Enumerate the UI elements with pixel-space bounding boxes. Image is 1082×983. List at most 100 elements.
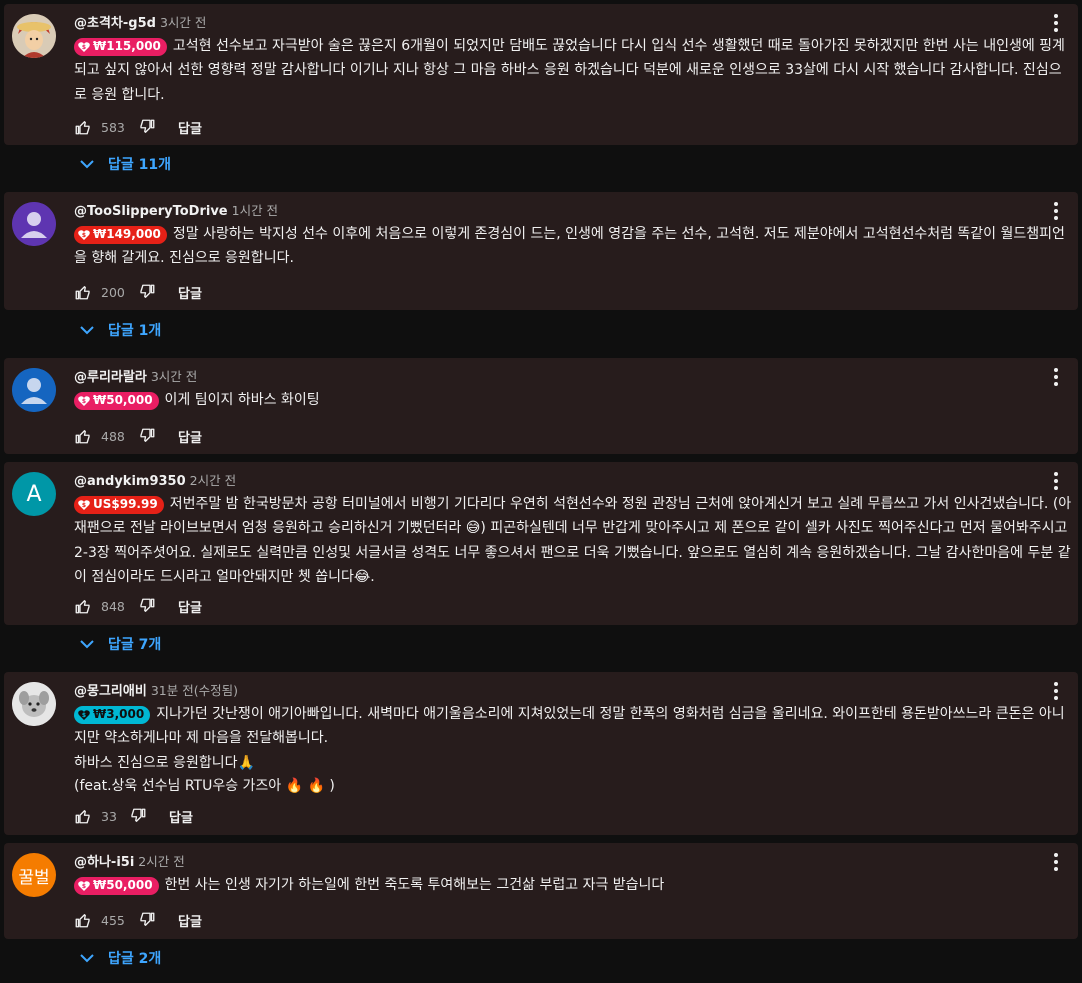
replies-count-label: 답글 7개 (108, 637, 162, 653)
more-options-icon[interactable] (1050, 368, 1062, 386)
thumbs-up-icon[interactable] (74, 911, 92, 929)
author-name[interactable]: @하나-i5i (74, 855, 134, 870)
thumbs-up-icon[interactable] (74, 807, 92, 825)
comment-header: @루리라랄라 3시간 전 (74, 366, 197, 385)
more-options-icon[interactable] (1050, 853, 1062, 871)
comment-header: @하나-i5i 2시간 전 (74, 851, 185, 870)
comment-actions: 583 답글 (74, 117, 202, 137)
comment-text: $ ₩115,000 고석현 선수보고 자극받아 술은 끊은지 6개월이 되었지… (74, 35, 1074, 108)
user-avatar[interactable] (12, 202, 56, 246)
more-options-icon[interactable] (1050, 472, 1062, 490)
super-thanks-amount: ₩115,000 (93, 39, 161, 53)
user-avatar[interactable] (12, 368, 56, 412)
view-replies-button[interactable]: 답글 1개 (78, 320, 161, 340)
author-name[interactable]: @TooSlipperyToDrive (74, 204, 228, 219)
thumbs-up-icon[interactable] (74, 118, 92, 136)
avatar-letter: A (26, 481, 42, 507)
author-name[interactable]: @andykim9350 (74, 474, 186, 489)
heart-gift-icon: $ (78, 880, 90, 891)
comment-text: $ ₩3,000 지나가던 갓난쟁이 애기아빠입니다. 새벽마다 애기울음소리에… (74, 703, 1074, 799)
comment-actions: 455 답글 (74, 910, 202, 930)
reply-button[interactable]: 답글 (178, 118, 202, 137)
reply-button[interactable]: 답글 (169, 807, 193, 826)
super-thanks-chip: $ ₩50,000 (74, 391, 159, 410)
view-replies-button[interactable]: 답글 7개 (78, 634, 161, 654)
user-avatar[interactable]: 꿀벌 (12, 853, 56, 897)
svg-text:$: $ (82, 502, 86, 509)
like-count: 33 (101, 808, 117, 824)
author-name[interactable]: @루리라랄라 (74, 370, 147, 385)
comment-time[interactable]: 2시간 전 (190, 473, 236, 488)
sweat-smile-emoji: 😅 (465, 520, 481, 537)
super-thanks-chip: $ ₩3,000 (74, 705, 151, 724)
comment-card: 꿀벌 @하나-i5i 2시간 전 $ ₩50,000 한번 사는 인생 자기가 하… (4, 843, 1078, 939)
like-count: 488 (101, 428, 125, 444)
comment-body-part: . (370, 568, 375, 585)
comment-card: A @andykim9350 2시간 전 $ US$99.99 저번주말 밤 한국… (4, 462, 1078, 625)
comment-body: 고석현 선수보고 자극받아 술은 끊은지 6개월이 되었지만 담배도 끊었습니다… (74, 38, 1065, 103)
svg-text:$: $ (82, 44, 86, 51)
thumbs-down-icon[interactable] (129, 807, 147, 825)
thumbs-up-icon[interactable] (74, 283, 92, 301)
view-replies-button[interactable]: 답글 2개 (78, 948, 161, 968)
view-replies-button[interactable]: 답글 11개 (78, 154, 171, 174)
comment-actions: 488 답글 (74, 426, 202, 446)
svg-text:$: $ (82, 232, 86, 239)
chevron-down-icon (80, 954, 94, 963)
chevron-down-icon (80, 326, 94, 335)
avatar-letter: 꿀벌 (18, 867, 50, 888)
user-avatar[interactable]: A (12, 472, 56, 516)
author-name[interactable]: @초격차-g5d (74, 16, 156, 31)
default-user-avatar-icon (12, 202, 56, 246)
reply-button[interactable]: 답글 (178, 911, 202, 930)
super-thanks-chip: $ ₩149,000 (74, 225, 167, 244)
comment-body: 정말 사랑하는 박지성 선수 이후에 처음으로 이렇게 존경심이 드는, 인생에… (74, 226, 1065, 267)
fire-emoji: 🔥 🔥 (285, 778, 325, 794)
thumbs-down-icon[interactable] (138, 283, 156, 301)
like-count: 583 (101, 119, 125, 135)
reply-button[interactable]: 답글 (178, 427, 202, 446)
user-avatar[interactable] (12, 682, 56, 726)
thumbs-up-icon[interactable] (74, 597, 92, 615)
thumbs-up-icon[interactable] (74, 427, 92, 445)
super-thanks-amount: ₩50,000 (93, 393, 153, 407)
thumbs-down-icon[interactable] (138, 427, 156, 445)
reply-button[interactable]: 답글 (178, 597, 202, 616)
reply-button[interactable]: 답글 (178, 283, 202, 302)
svg-text:$: $ (82, 883, 86, 890)
user-avatar[interactable] (12, 14, 56, 58)
comment-card: @TooSlipperyToDrive 1시간 전 $ ₩149,000 정말 사… (4, 192, 1078, 310)
svg-text:$: $ (82, 712, 86, 719)
comment-body-line: 지나가던 갓난쟁이 애기아빠입니다. 새벽마다 애기울음소리에 지쳐있었는데 정… (74, 706, 1065, 747)
super-thanks-chip: $ ₩115,000 (74, 37, 167, 56)
replies-count-label: 답글 11개 (108, 157, 171, 173)
thumbs-down-icon[interactable] (138, 118, 156, 136)
heart-gift-icon: $ (78, 229, 90, 240)
comment-time[interactable]: 3시간 전 (160, 15, 206, 30)
more-options-icon[interactable] (1050, 202, 1062, 220)
more-options-icon[interactable] (1050, 682, 1062, 700)
like-count: 455 (101, 912, 125, 928)
more-options-icon[interactable] (1050, 14, 1062, 32)
comment-body-line: (feat.상욱 선수님 RTU우승 가즈아 (74, 778, 282, 794)
super-thanks-amount: ₩50,000 (93, 878, 153, 892)
comment-actions: 200 답글 (74, 282, 202, 302)
chevron-down-icon (80, 160, 94, 169)
heart-gift-icon: $ (78, 395, 90, 406)
comment-time[interactable]: 1시간 전 (232, 203, 278, 218)
thumbs-down-icon[interactable] (138, 597, 156, 615)
svg-text:$: $ (82, 398, 86, 405)
comment-time[interactable]: 2시간 전 (138, 854, 184, 869)
default-user-avatar-icon (12, 368, 56, 412)
comment-body-line: 하바스 진심으로 응원합니다 (74, 754, 238, 771)
comment-text: $ ₩149,000 정말 사랑하는 박지성 선수 이후에 처음으로 이렇게 존… (74, 223, 1074, 272)
thumbs-down-icon[interactable] (138, 911, 156, 929)
praying-hands-emoji: 🙏 (237, 754, 255, 771)
comment-header: @몽그리애비 31분 전(수정됨) (74, 680, 238, 699)
like-count: 200 (101, 284, 125, 300)
comment-card: @루리라랄라 3시간 전 $ ₩50,000 이게 팀이지 하바스 화이팅 488… (4, 358, 1078, 454)
author-name[interactable]: @몽그리애비 (74, 684, 147, 699)
comment-time[interactable]: 3시간 전 (151, 369, 197, 384)
comment-card: @몽그리애비 31분 전(수정됨) $ ₩3,000 지나가던 갓난쟁이 애기아빠… (4, 672, 1078, 835)
comment-time[interactable]: 31분 전(수정됨) (151, 683, 238, 698)
